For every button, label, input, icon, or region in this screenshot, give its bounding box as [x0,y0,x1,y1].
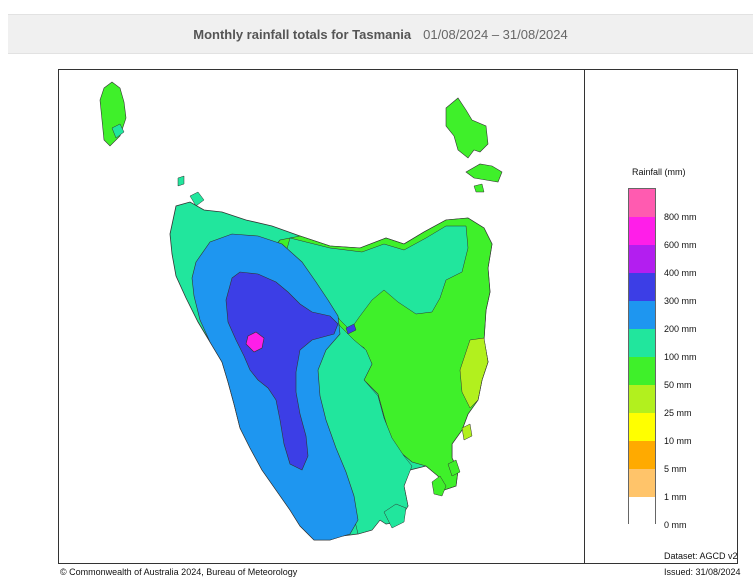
legend-swatch [629,301,655,329]
legend-swatch [629,273,655,301]
legend-swatch [629,385,655,413]
legend-label: 100 mm [664,352,697,362]
legend-swatch [629,497,655,525]
flinders-island [445,97,489,159]
legend-swatch [629,413,655,441]
king-island [99,81,127,147]
dataset-label: Dataset: AGCD v2 [664,551,738,561]
legend-swatch [629,245,655,273]
legend-label: 1 mm [664,492,687,502]
legend-label: 0 mm [664,520,687,530]
legend-label: 600 mm [664,240,697,250]
cape-barren-island [465,163,503,183]
legend-swatch [629,441,655,469]
legend-swatch [629,329,655,357]
legend-swatch [629,469,655,497]
legend-swatch [629,217,655,245]
legend-label: 50 mm [664,380,692,390]
legend-swatch [629,357,655,385]
legend-label: 200 mm [664,324,697,334]
legend-label: 300 mm [664,296,697,306]
legend-color-bar [628,188,656,525]
small-island [473,183,485,193]
legend-label: 400 mm [664,268,697,278]
nw-islet-1 [177,175,185,187]
copyright-text: © Commonwealth of Australia 2024, Bureau… [60,567,298,577]
issued-date: Issued: 31/08/2024 [664,567,741,577]
legend-title: Rainfall (mm) [632,167,686,177]
legend-swatch [629,189,655,217]
legend-label: 5 mm [664,464,687,474]
legend-label: 10 mm [664,436,692,446]
legend-label: 25 mm [664,408,692,418]
legend-label: 800 mm [664,212,697,222]
